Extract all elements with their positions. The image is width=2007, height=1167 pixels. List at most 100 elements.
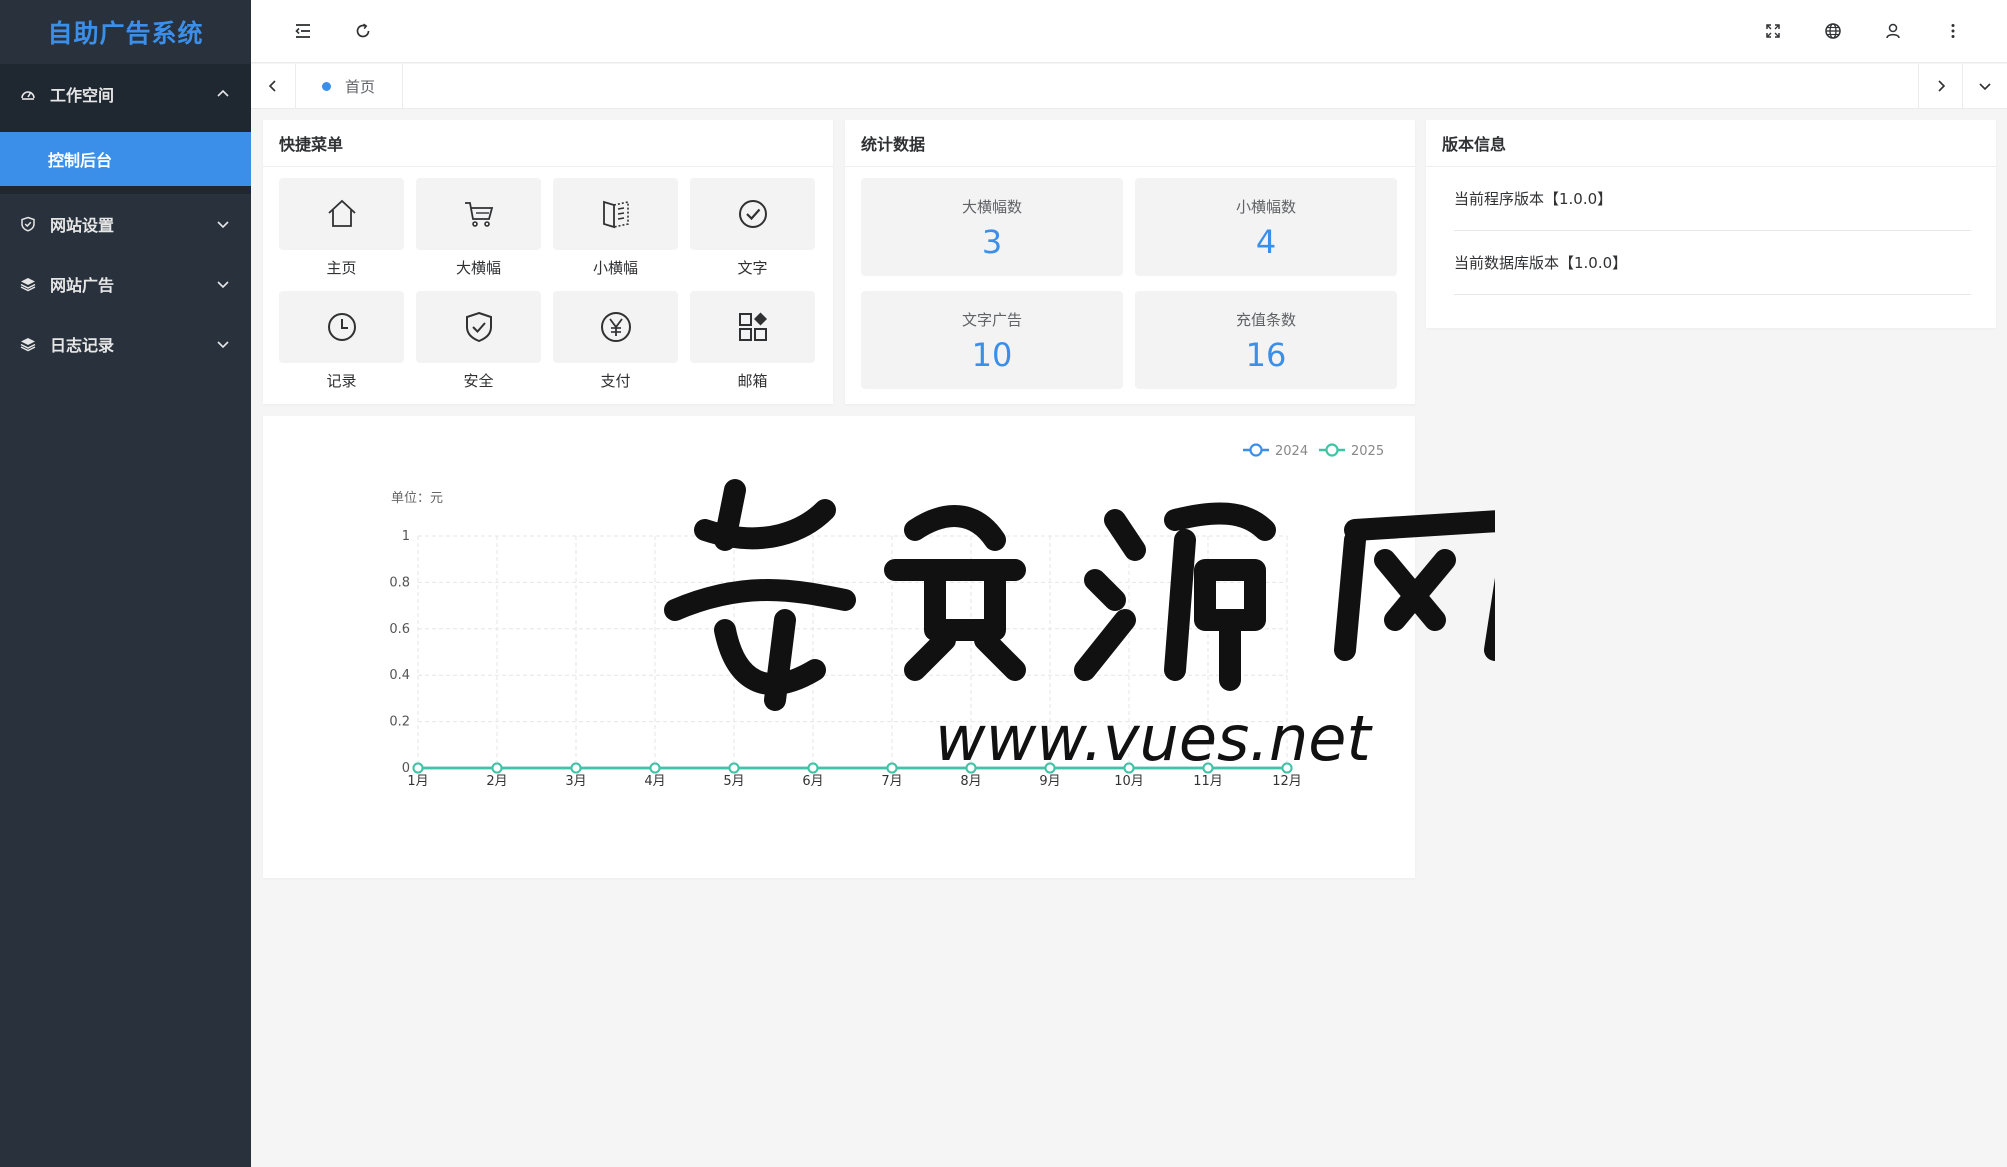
x-tick-label: 12月 <box>1272 774 1302 789</box>
x-tick-label: 3月 <box>565 774 586 789</box>
quick-records-button[interactable] <box>279 291 404 363</box>
stat-text-ads: 文字广告 10 <box>861 291 1123 389</box>
more-icon[interactable] <box>1941 19 1965 43</box>
quick-large-banner-button[interactable] <box>416 178 541 250</box>
quick-item-label: 支付 <box>600 372 631 390</box>
x-tick-label: 7月 <box>881 774 902 789</box>
quick-text-button[interactable] <box>690 178 815 250</box>
quick-item-label: 文字 <box>737 259 768 277</box>
chart-card: 单位：元 0 0.2 0.4 0.6 0.8 1 1月 2月 3月 4月 5月 6月 7月 8月 9月 10月 1… <box>263 416 1415 878</box>
version-card: 版本信息 当前程序版本【1.0.0】 当前数据库版本【1.0.0】 <box>1426 120 1996 328</box>
check-circle-icon <box>738 200 767 228</box>
legend-marker <box>1325 443 1339 457</box>
data-point-2025 <box>728 762 740 774</box>
scroll-left-button[interactable] <box>251 64 296 108</box>
sidebar-item-label: 日志记录 <box>50 336 115 355</box>
shield-check-icon <box>465 311 492 343</box>
data-point-2025 <box>1281 762 1293 774</box>
quick-security-button[interactable] <box>416 291 541 363</box>
clock-icon <box>327 313 356 341</box>
stat-label: 大横幅数 <box>961 198 1022 216</box>
program-version: 当前程序版本【1.0.0】 <box>1454 167 1971 231</box>
x-tick-label: 6月 <box>802 774 823 789</box>
refresh-icon[interactable] <box>351 19 375 43</box>
stat-label: 小横幅数 <box>1235 198 1296 216</box>
tabs-dropdown-button[interactable] <box>1962 64 2007 108</box>
x-tick-label: 5月 <box>723 774 744 789</box>
data-point-2025 <box>649 762 661 774</box>
legend-label: 2024 <box>1275 444 1308 459</box>
line-chart: 单位：元00.20.40.60.811月 2月 3月 4月 5月 6月 7月 8月 9月 10月 1… <box>389 443 1384 789</box>
y-tick-label: 1 <box>402 529 410 544</box>
chevron-down-icon <box>215 276 231 292</box>
quick-home-button[interactable] <box>279 178 404 250</box>
data-point-2025 <box>886 762 898 774</box>
quick-item-label: 主页 <box>326 259 357 277</box>
dashboard-icon <box>20 86 36 102</box>
legend-label: 2025 <box>1351 444 1384 459</box>
data-point-2025 <box>491 762 503 774</box>
x-tick-label: 8月 <box>960 774 981 789</box>
layers-icon <box>20 276 36 292</box>
tab-label: 首页 <box>345 77 376 96</box>
sidebar-item-site-settings[interactable]: 网站设置 <box>0 194 251 254</box>
app-title: 自助广告系统 <box>47 19 204 48</box>
y-tick-label: 0.4 <box>389 668 410 683</box>
stat-label: 文字广告 <box>961 311 1022 329</box>
quick-payment-button[interactable] <box>553 291 678 363</box>
sidebar-item-label: 网站设置 <box>50 216 115 235</box>
cart-icon <box>464 202 493 227</box>
stat-recharges: 充值条数 16 <box>1135 291 1397 389</box>
stat-large-banners: 大横幅数 3 <box>861 178 1123 276</box>
fullscreen-icon[interactable] <box>1761 19 1785 43</box>
tab-home[interactable]: 首页 <box>297 64 403 108</box>
stat-value: 10 <box>971 336 1013 374</box>
data-point-2025 <box>1202 762 1214 774</box>
user-icon[interactable] <box>1881 19 1905 43</box>
chevron-up-icon <box>215 86 231 102</box>
x-tick-label: 9月 <box>1039 774 1060 789</box>
sidebar-subitem-console[interactable]: 控制后台 <box>0 132 251 186</box>
chevron-left-icon <box>268 80 276 92</box>
active-dot <box>322 81 331 91</box>
quick-item-label: 大横幅 <box>455 259 501 277</box>
data-point-2025 <box>1044 762 1056 774</box>
globe-icon[interactable] <box>1821 19 1845 43</box>
x-tick-label: 10月 <box>1114 774 1144 789</box>
stat-value: 3 <box>981 223 1003 261</box>
card-title: 版本信息 <box>1426 120 1996 167</box>
y-tick-label: 0.2 <box>389 715 410 730</box>
book-icon <box>602 200 629 229</box>
quick-item-label: 记录 <box>326 372 357 390</box>
sidebar-submenu: 控制后台 <box>0 124 251 194</box>
shield-icon <box>20 216 36 232</box>
card-title: 快捷菜单 <box>263 120 833 167</box>
sidebar-item-site-ads[interactable]: 网站广告 <box>0 254 251 314</box>
database-version: 当前数据库版本【1.0.0】 <box>1454 231 1971 295</box>
sidebar-item-workspace[interactable]: 工作空间 <box>0 64 251 124</box>
card-title: 统计数据 <box>845 120 1415 167</box>
apps-icon <box>738 312 767 341</box>
x-tick-label: 11月 <box>1193 774 1223 789</box>
chevron-right-icon <box>1938 80 1946 92</box>
quick-mailbox-button[interactable] <box>690 291 815 363</box>
quick-menu-card: 快捷菜单 主页 大横幅 小横幅 文字 记录 安全 支付 邮箱 <box>263 120 833 404</box>
x-tick-label: 1月 <box>407 774 428 789</box>
top-bar <box>251 0 2007 63</box>
stat-small-banners: 小横幅数 4 <box>1135 178 1397 276</box>
data-point-2025 <box>807 762 819 774</box>
quick-item-label: 小横幅 <box>592 259 638 277</box>
sidebar-item-logs[interactable]: 日志记录 <box>0 314 251 374</box>
data-point-2025 <box>965 762 977 774</box>
collapse-menu-icon[interactable] <box>291 19 315 43</box>
quick-small-banner-button[interactable] <box>553 178 678 250</box>
chevron-down-icon <box>215 216 231 232</box>
scroll-right-button[interactable] <box>1918 64 1963 108</box>
data-point-2025 <box>570 762 582 774</box>
y-tick-label: 0.6 <box>389 622 410 637</box>
home-icon <box>327 199 356 227</box>
x-tick-label: 2月 <box>486 774 507 789</box>
chevron-down-icon <box>1979 83 1991 91</box>
sidebar: 自助广告系统 工作空间 控制后台 网站设置 网站广告 日志记录 <box>0 0 251 1167</box>
stat-value: 16 <box>1245 336 1287 374</box>
